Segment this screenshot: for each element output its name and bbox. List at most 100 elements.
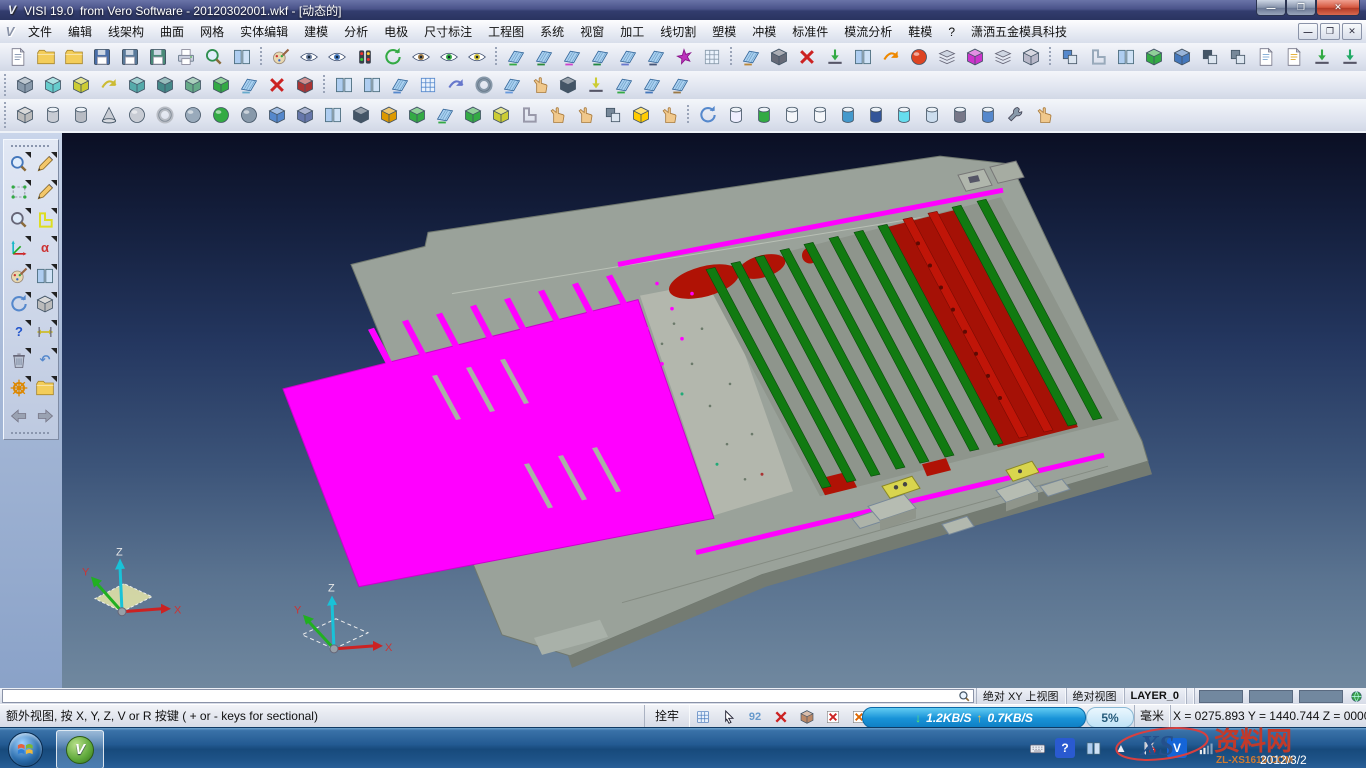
link-solid-icon[interactable] xyxy=(599,102,627,129)
solid-align-icon[interactable] xyxy=(1084,44,1112,71)
net-surface-icon[interactable] xyxy=(414,72,442,99)
zoom-solid-icon[interactable] xyxy=(5,206,33,233)
surface-copy-icon[interactable] xyxy=(558,44,586,71)
menu-item-10[interactable]: 工程图 xyxy=(480,21,532,43)
surface-explode-icon[interactable] xyxy=(670,44,698,71)
copy-element-icon[interactable] xyxy=(1252,44,1280,71)
solid-mirror-icon[interactable] xyxy=(1112,44,1140,71)
press-down-icon[interactable] xyxy=(1308,44,1336,71)
prism-solid-icon[interactable] xyxy=(67,102,95,129)
expand-solid-icon[interactable] xyxy=(403,102,431,129)
menu-item-7[interactable]: 分析 xyxy=(336,21,376,43)
surface-extend-icon[interactable] xyxy=(530,44,558,71)
swept-surface-icon[interactable] xyxy=(386,72,414,99)
select-cursor-icon[interactable] xyxy=(716,705,742,728)
curvature-map-icon[interactable] xyxy=(905,44,933,71)
system-settings-icon[interactable] xyxy=(5,374,33,401)
refresh-view-icon[interactable] xyxy=(379,44,407,71)
plate-monitor-icon[interactable] xyxy=(849,44,877,71)
menu-item-17[interactable]: 标准件 xyxy=(784,21,836,43)
die-insert-icon[interactable] xyxy=(765,44,793,71)
box-mode-icon[interactable] xyxy=(794,705,820,728)
print-icon[interactable] xyxy=(172,44,200,71)
surface-edit-icon[interactable] xyxy=(586,44,614,71)
view-document-icon[interactable] xyxy=(295,44,323,71)
toolbar-grip[interactable] xyxy=(2,102,9,128)
menu-item-4[interactable]: 网格 xyxy=(192,21,232,43)
profile-edit-icon[interactable] xyxy=(31,206,59,233)
drag-surface-icon[interactable] xyxy=(526,72,554,99)
cpu-percent-bubble[interactable]: 5% xyxy=(1086,707,1134,728)
layer-empty-icon[interactable] xyxy=(722,102,750,129)
delete-mode-icon[interactable] xyxy=(768,705,794,728)
paste-element-icon[interactable] xyxy=(1280,44,1308,71)
open-parts-icon[interactable] xyxy=(31,374,59,401)
plane-surface-icon[interactable] xyxy=(330,72,358,99)
point-surface-icon[interactable] xyxy=(358,72,386,99)
verify-solid-icon[interactable] xyxy=(571,102,599,129)
layer-cyan-icon[interactable] xyxy=(890,102,918,129)
menu-item-3[interactable]: 曲面 xyxy=(152,21,192,43)
solid-move-icon[interactable] xyxy=(1168,44,1196,71)
mdi-restore-icon[interactable]: ❐ xyxy=(1320,23,1340,40)
model-canvas[interactable]: Z Y X Z Y X xyxy=(62,133,1366,688)
cone-solid-icon[interactable] xyxy=(95,102,123,129)
start-button[interactable] xyxy=(8,732,43,767)
delete-elements-icon[interactable] xyxy=(5,346,33,373)
hide-elements-icon[interactable] xyxy=(463,44,491,71)
visibility-toggle-icon[interactable] xyxy=(407,44,435,71)
menu-item-8[interactable]: 电极 xyxy=(376,21,416,43)
surface-half-icon[interactable] xyxy=(614,44,642,71)
reset-view-icon[interactable] xyxy=(291,72,319,99)
select-rectangle-icon[interactable] xyxy=(5,178,33,205)
hidden-icons-icon[interactable]: ▲ xyxy=(1111,738,1131,758)
pipe-surface-icon[interactable] xyxy=(470,72,498,99)
box-solid-icon[interactable] xyxy=(11,102,39,129)
search-input[interactable] xyxy=(3,690,973,702)
search-icon[interactable] xyxy=(958,690,971,703)
shaded-view-icon[interactable] xyxy=(39,72,67,99)
pick-solid-icon[interactable] xyxy=(655,102,683,129)
shading-settings-icon[interactable] xyxy=(267,44,295,71)
toolbar-grip[interactable] xyxy=(2,74,9,96)
patch-surface-icon[interactable] xyxy=(498,72,526,99)
menu-item-2[interactable]: 线架构 xyxy=(100,21,152,43)
menu-item-18[interactable]: 模流分析 xyxy=(836,21,900,43)
keyboard-tray-icon[interactable] xyxy=(1026,737,1048,759)
box-surface-icon[interactable] xyxy=(554,72,582,99)
action-center-flag-icon[interactable] xyxy=(1138,737,1160,759)
bolt-solid-icon[interactable] xyxy=(627,102,655,129)
mdi-close-icon[interactable]: ✕ xyxy=(1342,23,1362,40)
layer-striped-icon[interactable] xyxy=(946,102,974,129)
solid-display-icon[interactable] xyxy=(31,290,59,317)
open-file-icon[interactable] xyxy=(32,44,60,71)
new-document-icon[interactable] xyxy=(4,44,32,71)
strip-remove-icon[interactable] xyxy=(793,44,821,71)
open-copy-icon[interactable] xyxy=(60,44,88,71)
grid-window-icon[interactable] xyxy=(31,262,59,289)
section-view-icon[interactable] xyxy=(151,72,179,99)
revolve-surface-icon[interactable] xyxy=(442,72,470,99)
shell-solid-icon[interactable] xyxy=(263,102,291,129)
ucs-axes-icon[interactable] xyxy=(5,234,33,261)
grab-solid-icon[interactable] xyxy=(543,102,571,129)
menu-item-13[interactable]: 加工 xyxy=(612,21,652,43)
menu-item-9[interactable]: 尺寸标注 xyxy=(416,21,480,43)
split-solid-icon[interactable] xyxy=(291,102,319,129)
plate-stack-icon[interactable] xyxy=(933,44,961,71)
pocket-solid-icon[interactable] xyxy=(487,102,515,129)
iso-view-icon[interactable] xyxy=(11,72,39,99)
zoom-elements-icon[interactable] xyxy=(5,150,33,177)
previous-view-icon[interactable] xyxy=(5,402,33,429)
sphere-solid-icon[interactable] xyxy=(123,102,151,129)
color-swatch-3[interactable] xyxy=(1299,690,1343,703)
scoop-solid-icon[interactable] xyxy=(347,102,375,129)
pan-view-icon[interactable] xyxy=(207,72,235,99)
dock-grip[interactable] xyxy=(11,430,51,436)
surface-offset-icon[interactable] xyxy=(502,44,530,71)
menu-item-11[interactable]: 系统 xyxy=(532,21,572,43)
close-window-icon[interactable]: ✕ xyxy=(1316,0,1360,16)
front-view-icon[interactable] xyxy=(123,72,151,99)
cage-solid-icon[interactable] xyxy=(459,102,487,129)
menu-item-5[interactable]: 实体编辑 xyxy=(232,21,296,43)
